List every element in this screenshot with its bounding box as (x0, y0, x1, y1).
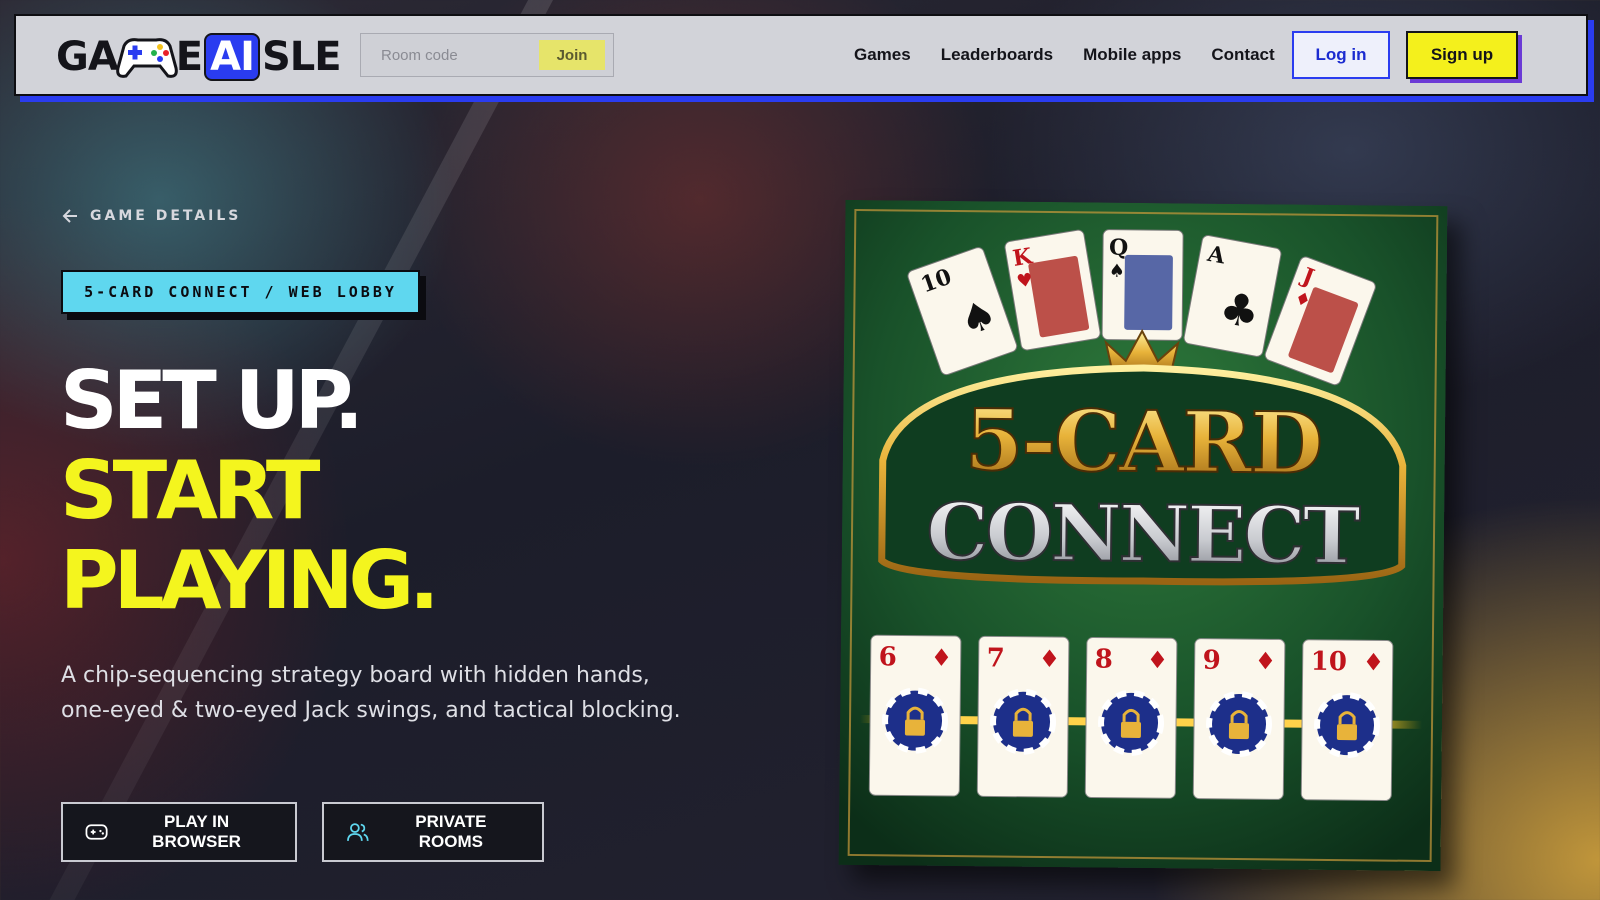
lock-icon (1228, 722, 1250, 740)
top-nav-bar: GA E AI SLE Join Games Leaderboards Mobi… (14, 14, 1588, 96)
back-link-label: GAME DETAILS (90, 208, 242, 224)
top-card-2-suit: ♥ (1015, 269, 1034, 292)
users-icon (347, 823, 369, 841)
room-code-form: Join (360, 33, 614, 77)
top-card-3-suit: ♠ (1109, 261, 1125, 282)
nav-link-mobile-apps[interactable]: Mobile apps (1083, 45, 1181, 65)
bottom-card-3-suit: ♦ (1147, 646, 1169, 674)
sign-up-button[interactable]: Sign up (1406, 31, 1518, 79)
lock-icon (1012, 720, 1034, 737)
bottom-card-2-rank: 7 (987, 643, 1005, 673)
headline-line-2: START (60, 444, 320, 537)
arrow-left-icon (62, 209, 77, 223)
hero-headline: SET UP. START PLAYING. (60, 356, 760, 626)
game-cover-art: 10 ♠ K ♥ Q ♠ A ♣ J ♦ 5-CARD CONNECT 6 ♦ … (838, 199, 1448, 872)
gamepad-icon (85, 824, 108, 840)
cover-title-line-1: 5-CARD (964, 390, 1321, 493)
lock-icon (1120, 721, 1142, 738)
bottom-card-1-suit: ♦ (931, 644, 953, 672)
top-card-3-rank: Q (1109, 235, 1128, 261)
room-code-input[interactable] (381, 46, 557, 64)
main-nav: Games Leaderboards Mobile apps Contact (854, 16, 1275, 94)
back-to-game-details-link[interactable]: GAME DETAILS (62, 208, 241, 224)
lock-icon (904, 719, 926, 736)
play-in-browser-button[interactable]: PLAY IN BROWSER (61, 802, 297, 862)
gameaisle-logo[interactable]: GA E AI SLE (56, 33, 342, 81)
game-tag-badge: 5-CARD CONNECT / WEB LOBBY (61, 270, 420, 314)
join-room-button[interactable]: Join (539, 40, 605, 70)
bottom-card-2-suit: ♦ (1039, 645, 1061, 673)
bottom-card-1-rank: 6 (879, 642, 897, 672)
cover-title-line-2: CONNECT (926, 487, 1361, 583)
bottom-card-4-suit: ♦ (1255, 647, 1277, 675)
nav-link-leaderboards[interactable]: Leaderboards (941, 45, 1053, 65)
logo-ai-badge: AI (204, 33, 260, 81)
logo-text-end: SLE (261, 34, 342, 80)
headline-line-3: PLAYING. (60, 534, 440, 627)
title-banner: 5-CARD CONNECT (878, 364, 1407, 586)
bottom-card-3-rank: 8 (1095, 645, 1113, 675)
gamepad-icon (115, 38, 178, 78)
private-rooms-label: PRIVATE ROOMS (415, 812, 487, 851)
bottom-card-row: 6 ♦ 7 ♦ 8 ♦ 9 ♦ 10 ♦ (868, 634, 1394, 802)
bottom-card-5-suit: ♦ (1363, 648, 1385, 676)
logo-text-e: E (175, 34, 203, 80)
headline-line-1: SET UP. (60, 354, 364, 447)
play-in-browser-label: PLAY IN BROWSER (152, 812, 241, 851)
logo-text-start: GA (56, 34, 119, 80)
nav-link-games[interactable]: Games (854, 45, 911, 65)
game-description: A chip-sequencing strategy board with hi… (61, 663, 681, 723)
log-in-button[interactable]: Log in (1292, 31, 1390, 79)
private-rooms-button[interactable]: PRIVATE ROOMS (322, 802, 544, 862)
five-card-connect-cover: 10 ♠ K ♥ Q ♠ A ♣ J ♦ 5-CARD CONNECT 6 ♦ … (838, 199, 1448, 872)
bottom-card-4-rank: 9 (1203, 646, 1221, 676)
bottom-card-5-rank: 10 (1311, 647, 1347, 677)
nav-link-contact[interactable]: Contact (1211, 45, 1274, 65)
lock-icon (1336, 724, 1358, 741)
